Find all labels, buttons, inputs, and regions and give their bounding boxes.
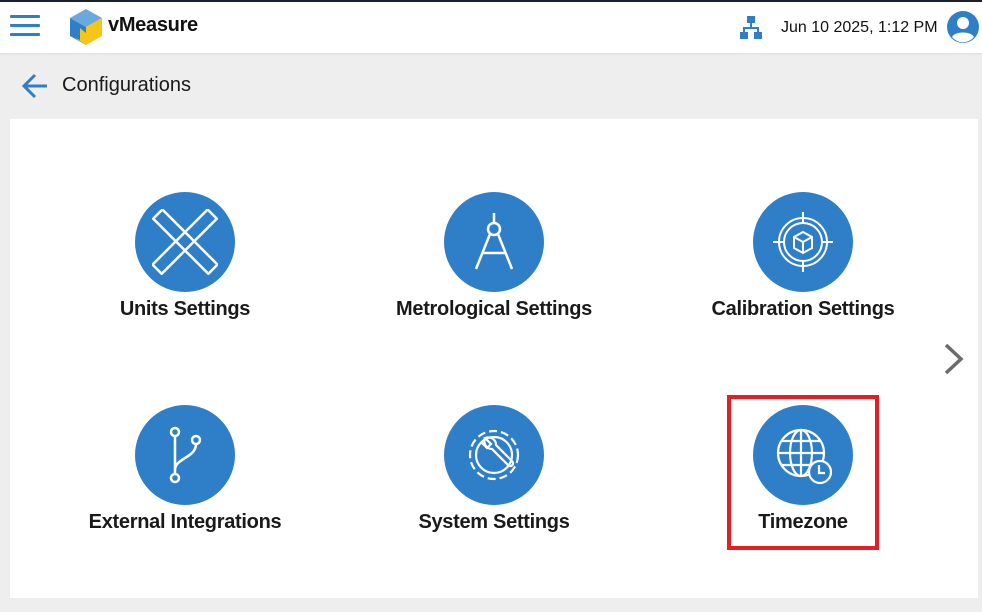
app-header: vMeasure Jun 10 2025, 1:12 PM [0,2,982,53]
back-arrow-icon[interactable] [21,72,49,100]
network-icon[interactable] [740,16,762,40]
branch-icon [169,426,202,484]
tile-label: Calibration Settings [711,298,895,320]
tile-label: External Integrations [88,511,282,533]
tile-calibration-settings[interactable]: Calibration Settings [683,192,923,342]
selection-highlight [727,395,879,550]
tile-external-integrations[interactable]: External Integrations [65,405,305,555]
page-title: Configurations [62,74,191,96]
datetime-display: Jun 10 2025, 1:12 PM [781,19,938,36]
hamburger-menu-icon[interactable] [10,15,40,37]
tile-label: Metrological Settings [396,298,592,320]
compass-icon [474,213,514,270]
user-avatar-icon[interactable] [946,10,980,44]
tile-label: System Settings [418,511,570,533]
brand-name: vMeasure [108,14,198,36]
target-box-icon [773,212,833,272]
tile-label: Units Settings [119,298,251,320]
tile-units-settings[interactable]: Units Settings [65,192,305,342]
rulers-icon [152,209,218,275]
tile-metrological-settings[interactable]: Metrological Settings [374,192,614,342]
tile-system-settings[interactable]: System Settings [374,405,614,555]
wrench-gear-icon [468,429,520,481]
vmeasure-logo-icon [70,9,102,45]
chevron-right-icon[interactable] [940,342,968,376]
